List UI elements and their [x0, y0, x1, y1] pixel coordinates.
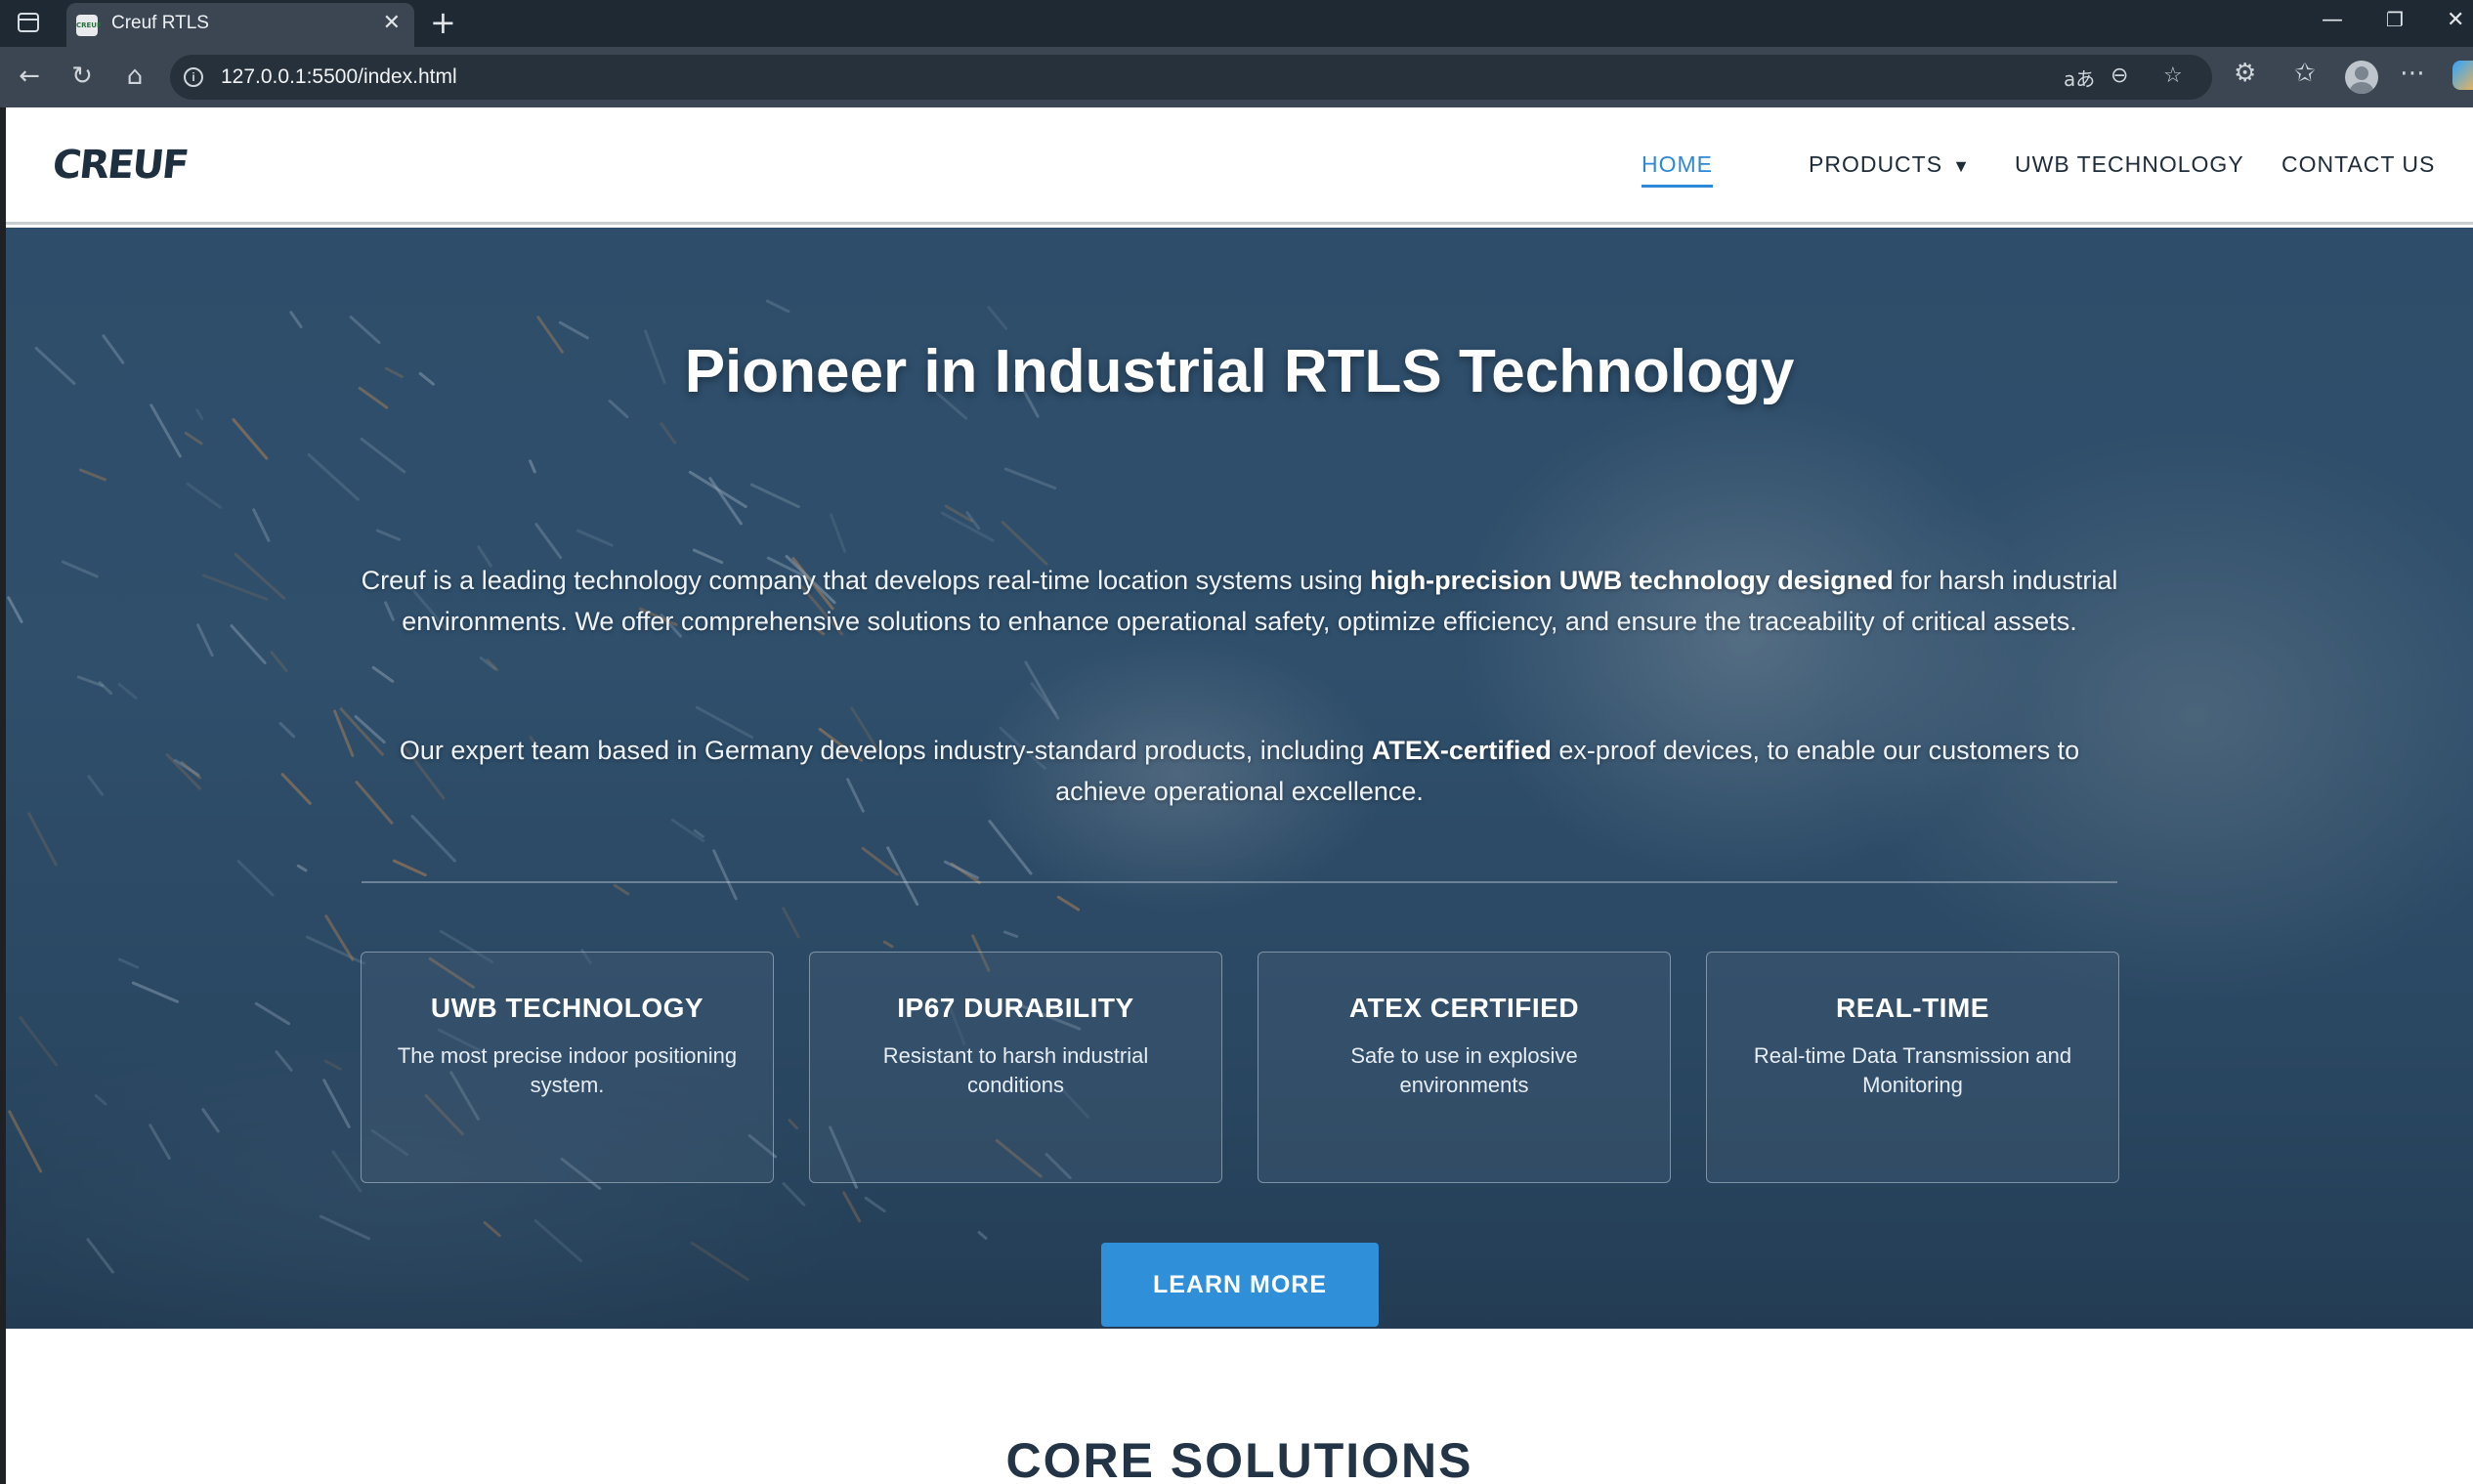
browser-tab[interactable]: CREUF Creuf RTLS ✕	[66, 3, 414, 47]
page-viewport: CREUF HOME PRODUCTS ▼ UWB TECHNOLOGY CONT…	[6, 107, 2473, 1484]
favorites-icon[interactable]: ✩	[2294, 59, 2316, 88]
nav-products[interactable]: PRODUCTS ▼	[1809, 151, 1971, 178]
hero-divider	[362, 881, 2117, 883]
hero-section: Pioneer in Industrial RTLS Technology Cr…	[6, 228, 2473, 1329]
team-text-a: Our expert team based in Germany develop…	[399, 736, 1372, 765]
feature-title: IP67 DURABILITY	[897, 993, 1134, 1023]
feature-card-atex: ATEX CERTIFIED Safe to use in explosive …	[1258, 952, 1671, 1183]
feature-card-uwb: UWB TECHNOLOGY The most precise indoor p…	[361, 952, 774, 1183]
browser-tab-strip: CREUF Creuf RTLS ✕ + — ❐ ✕	[0, 0, 2473, 47]
read-aloud-icon[interactable]: aあ	[2064, 64, 2095, 92]
address-toolbar: ← ↻ ⌂ i 127.0.0.1:5500/index.html aあ ⊖ ☆…	[0, 47, 2473, 107]
new-tab-icon[interactable]: +	[430, 4, 456, 41]
feature-card-realtime: REAL-TIME Real-time Data Transmission an…	[1706, 952, 2119, 1183]
reload-icon[interactable]: ↻	[66, 61, 98, 92]
feature-text: The most precise indoor positioning syst…	[397, 1043, 738, 1097]
core-solutions-heading: CORE SOLUTIONS	[1005, 1433, 1473, 1484]
nav-contact-us[interactable]: CONTACT US	[2281, 151, 2435, 178]
reader-icon[interactable]: ⊖	[2111, 64, 2128, 88]
nav-products-label: PRODUCTS	[1809, 151, 1943, 177]
feature-title: UWB TECHNOLOGY	[430, 993, 704, 1023]
feature-card-ip67: IP67 DURABILITY Resistant to harsh indus…	[809, 952, 1222, 1183]
nav-uwb-technology[interactable]: UWB TECHNOLOGY	[2015, 151, 2244, 178]
feature-text: Safe to use in explosive environments	[1350, 1043, 1578, 1097]
minimize-icon[interactable]: —	[2322, 8, 2343, 32]
restore-icon[interactable]: ❐	[2386, 8, 2404, 31]
address-bar[interactable]: i 127.0.0.1:5500/index.html aあ ⊖ ☆	[170, 55, 2212, 100]
caret-down-icon: ▼	[1952, 156, 1971, 176]
intro-text-a: Creuf is a leading technology company th…	[361, 566, 1371, 595]
hero-intro-paragraph: Creuf is a leading technology company th…	[353, 560, 2126, 642]
team-text-bold: ATEX-certified	[1371, 736, 1552, 765]
extensions-icon[interactable]: ⚙	[2234, 59, 2256, 88]
creuf-logo[interactable]: CREUF	[51, 143, 190, 188]
sidebar-icon[interactable]	[18, 13, 39, 32]
tab-title: Creuf RTLS	[111, 13, 209, 33]
close-icon[interactable]: ✕	[383, 11, 401, 35]
feature-title: ATEX CERTIFIED	[1348, 993, 1580, 1023]
back-icon[interactable]: ←	[14, 61, 45, 92]
site-header: CREUF HOME PRODUCTS ▼ UWB TECHNOLOGY CONT…	[6, 107, 2473, 225]
intro-text-bold: high-precision UWB technology designed	[1370, 566, 1894, 595]
copilot-icon[interactable]	[2452, 61, 2473, 90]
learn-more-button[interactable]: LEARN MORE	[1101, 1243, 1379, 1327]
favorite-icon[interactable]: ☆	[2163, 64, 2183, 88]
url-text[interactable]: 127.0.0.1:5500/index.html	[221, 65, 457, 89]
nav-home[interactable]: HOME	[1642, 151, 1713, 188]
close-window-icon[interactable]: ✕	[2447, 8, 2464, 32]
hero-title: Pioneer in Industrial RTLS Technology	[684, 338, 1795, 405]
favicon-icon: CREUF	[76, 15, 102, 36]
feature-title: REAL-TIME	[1836, 993, 1989, 1023]
more-icon[interactable]: ⋯	[2400, 59, 2425, 88]
home-icon[interactable]: ⌂	[119, 61, 150, 92]
feature-text: Real-time Data Transmission and Monitori…	[1753, 1043, 2072, 1097]
profile-icon[interactable]	[2345, 61, 2378, 94]
hero-team-paragraph: Our expert team based in Germany develop…	[353, 730, 2126, 812]
info-icon[interactable]: i	[184, 67, 203, 87]
feature-text: Resistant to harsh industrial conditions	[882, 1043, 1149, 1097]
